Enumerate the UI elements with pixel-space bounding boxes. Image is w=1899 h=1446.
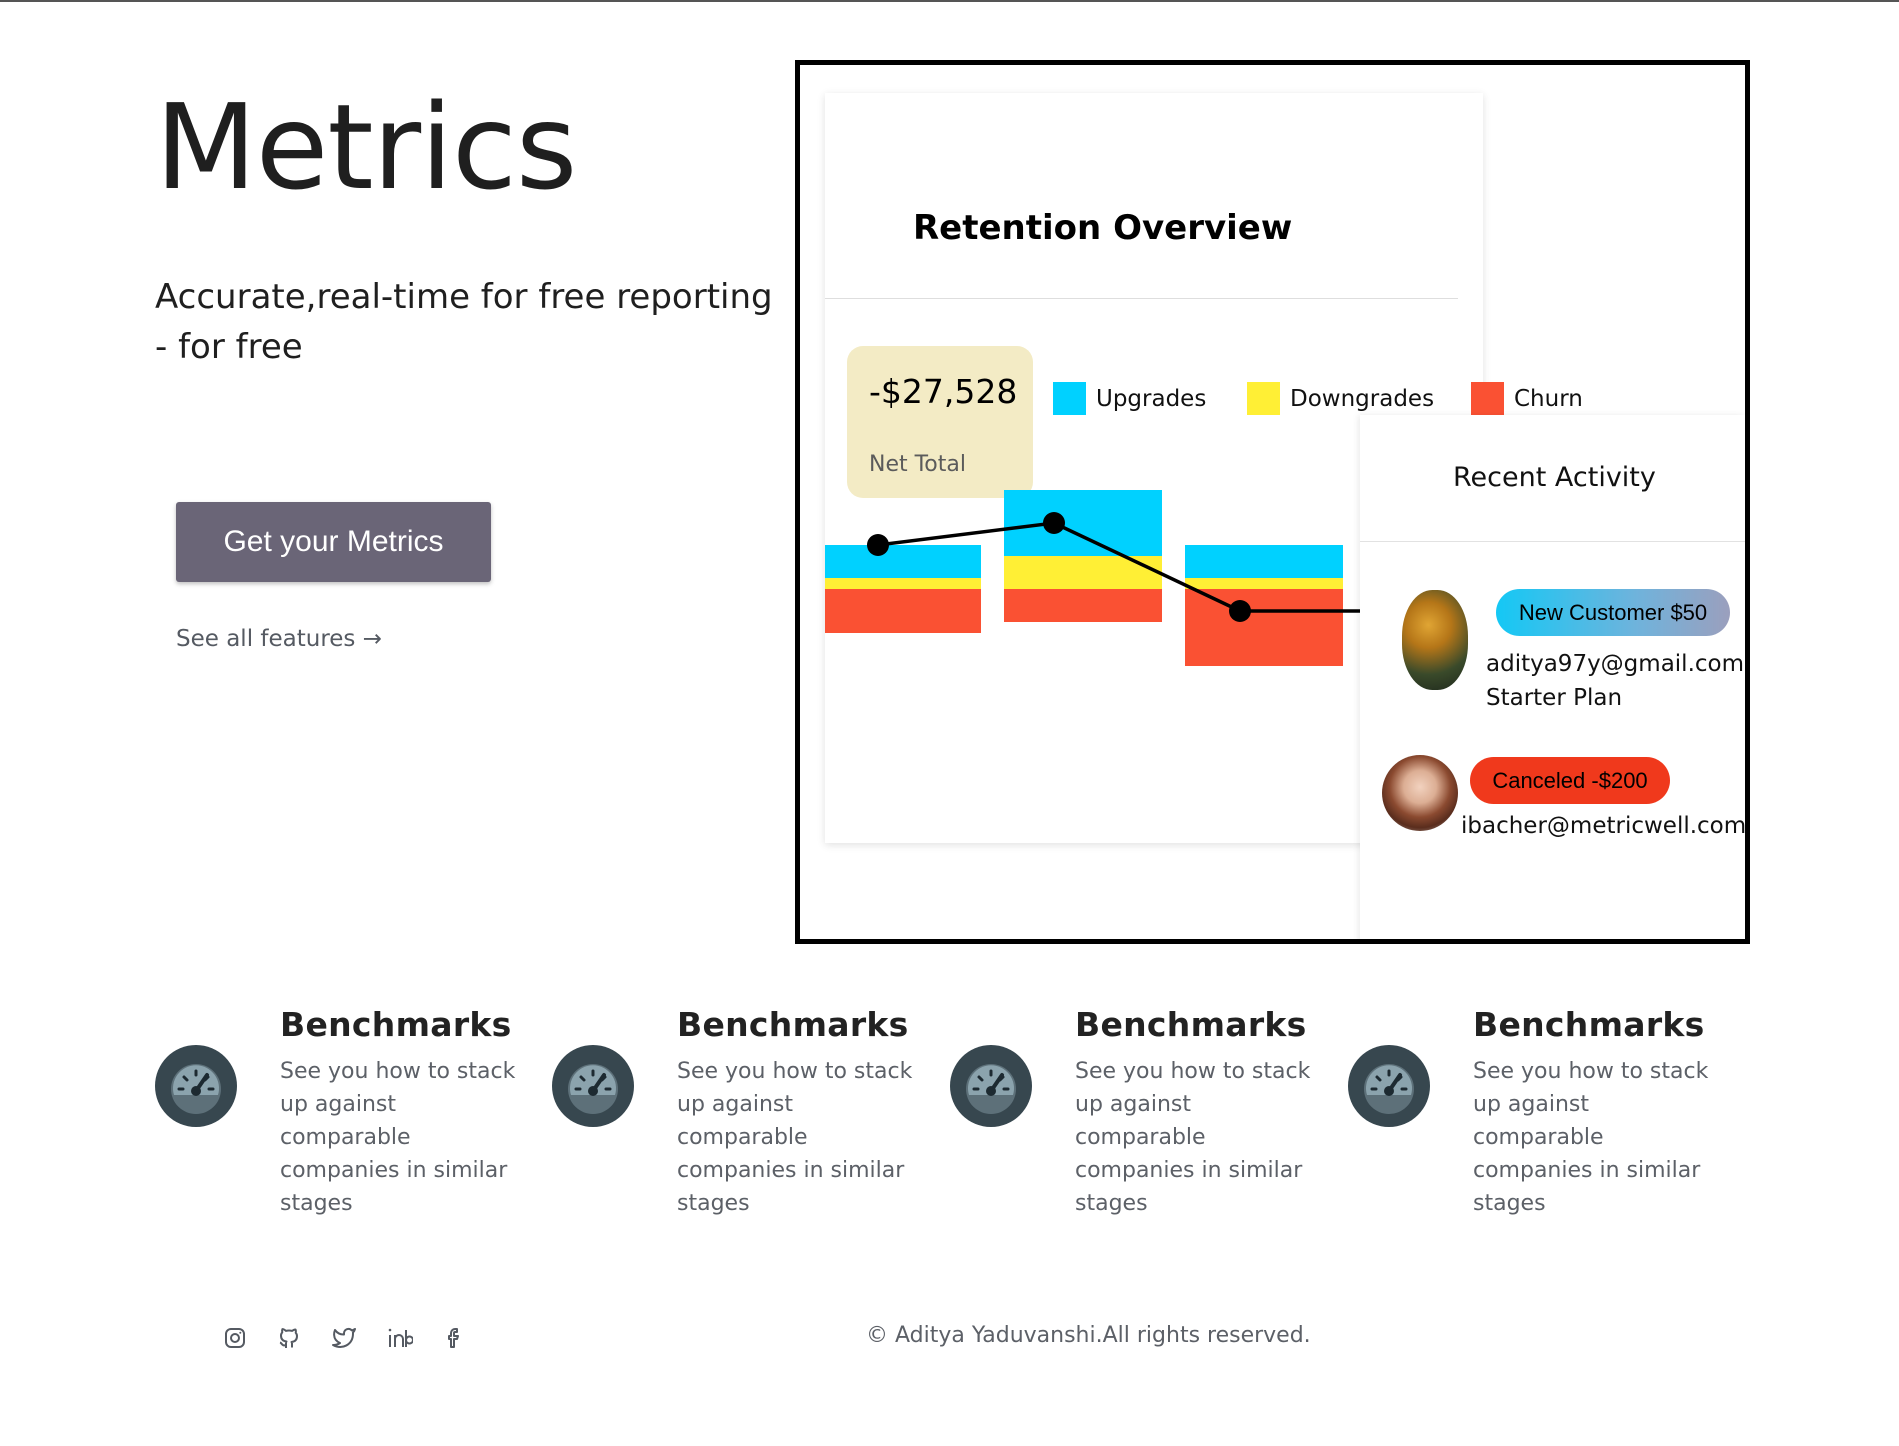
feature-benchmarks: Benchmarks See you how to stack up again… xyxy=(1348,1005,1748,1235)
net-point xyxy=(1229,600,1251,622)
feature-text: See you how to stack up against comparab… xyxy=(280,1059,516,1216)
bar-downgrades xyxy=(1185,578,1343,589)
feature-text: See you how to stack up against comparab… xyxy=(677,1059,913,1216)
facebook-icon[interactable] xyxy=(440,1324,468,1352)
speedometer-icon xyxy=(950,1045,1032,1127)
legend-swatch-downgrades xyxy=(1247,382,1280,415)
net-point xyxy=(867,534,889,556)
legend-swatch-upgrades xyxy=(1053,382,1086,415)
legend-swatch-churn xyxy=(1471,382,1504,415)
instagram-icon[interactable] xyxy=(221,1324,249,1352)
recent-activity-panel: Recent Activity New Customer $50 aditya9… xyxy=(1360,415,1745,939)
divider xyxy=(1360,541,1745,542)
copyright-text: © Aditya Yaduvanshi.All rights reserved. xyxy=(866,1323,1311,1348)
twitter-icon[interactable] xyxy=(330,1324,358,1352)
status-badge: Canceled -$200 xyxy=(1470,757,1670,804)
github-icon[interactable] xyxy=(275,1324,303,1352)
bar-churn xyxy=(1185,589,1343,666)
feature-title: Benchmarks xyxy=(280,1005,512,1044)
net-point xyxy=(1043,512,1065,534)
see-all-features-link[interactable]: See all features → xyxy=(176,626,382,652)
feature-benchmarks: Benchmarks See you how to stack up again… xyxy=(155,1005,555,1235)
legend-item-downgrades: Downgrades xyxy=(1247,382,1434,415)
feature-text: See you how to stack up against comparab… xyxy=(1075,1059,1311,1216)
hero-subtitle: Accurate,real-time for free reporting - … xyxy=(155,277,773,367)
recent-activity-title: Recent Activity xyxy=(1453,462,1656,493)
feature-text: See you how to stack up against comparab… xyxy=(1473,1059,1709,1216)
legend-item-churn: Churn xyxy=(1471,382,1583,415)
get-metrics-button[interactable]: Get your Metrics xyxy=(176,502,491,582)
legend-label: Downgrades xyxy=(1290,385,1435,412)
legend-item-upgrades: Upgrades xyxy=(1053,382,1206,415)
activity-plan: Starter Plan xyxy=(1486,685,1623,711)
bar-upgrades xyxy=(1185,545,1343,578)
speedometer-icon xyxy=(1348,1045,1430,1127)
avatar xyxy=(1382,755,1458,831)
bar-upgrades xyxy=(1004,490,1162,556)
feature-title: Benchmarks xyxy=(677,1005,909,1044)
avatar xyxy=(1402,590,1468,690)
feature-benchmarks: Benchmarks See you how to stack up again… xyxy=(950,1005,1350,1235)
bar-downgrades xyxy=(825,578,981,589)
speedometer-icon xyxy=(155,1045,237,1127)
bar-churn xyxy=(1004,589,1162,622)
bar-upgrades xyxy=(825,545,981,578)
activity-email: aditya97y@gmail.com xyxy=(1486,651,1744,677)
speedometer-icon xyxy=(552,1045,634,1127)
linkedin-icon[interactable] xyxy=(386,1324,414,1352)
feature-title: Benchmarks xyxy=(1075,1005,1307,1044)
page-title: Metrics xyxy=(155,78,577,216)
legend-label: Churn xyxy=(1514,385,1583,412)
product-screenshot-frame: Retention Overview -$27,528 Net Total Up… xyxy=(795,60,1750,944)
activity-email: ibacher@metricwell.com xyxy=(1461,813,1745,839)
bar-churn xyxy=(825,589,981,633)
feature-benchmarks: Benchmarks See you how to stack up again… xyxy=(552,1005,952,1235)
top-rule xyxy=(0,0,1899,2)
status-badge: New Customer $50 xyxy=(1496,589,1730,636)
feature-title: Benchmarks xyxy=(1473,1005,1705,1044)
legend-label: Upgrades xyxy=(1096,385,1207,412)
